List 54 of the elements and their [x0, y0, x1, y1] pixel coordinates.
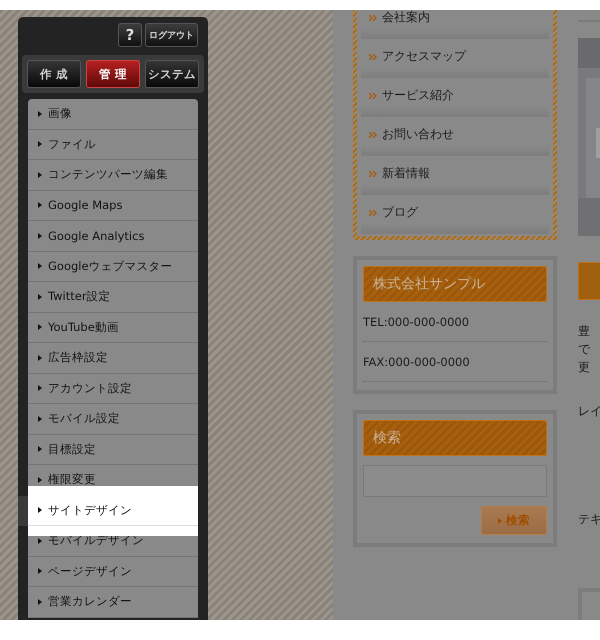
triangle-icon [38, 507, 42, 514]
menu-item[interactable]: Google Maps [28, 190, 198, 221]
triangle-icon [38, 294, 42, 300]
tab[interactable]: 作 成 [27, 60, 81, 88]
menu-item[interactable]: 広告枠設定 [28, 343, 198, 374]
triangle-icon [38, 385, 42, 392]
triangle-icon [38, 110, 42, 117]
body-text: 豊 [578, 323, 591, 340]
triangle-icon [38, 324, 42, 330]
triangle-icon [38, 172, 42, 178]
menu-item[interactable]: ページデザイン [28, 556, 198, 587]
triangle-icon [38, 141, 42, 148]
triangle-icon [38, 538, 42, 544]
menu-item[interactable]: アカウント設定 [28, 374, 198, 404]
logout-button[interactable]: ログアウト [145, 23, 198, 47]
menu-item[interactable]: Google Analytics [28, 221, 198, 252]
double-chevron-icon [369, 210, 377, 216]
contact-text: FAX:000-000-0000 [363, 342, 547, 382]
body-text: 更 [578, 359, 591, 376]
tab[interactable]: 管 理 [86, 60, 140, 88]
menu-item[interactable]: コンテンツパーツ編集 [28, 160, 198, 190]
body-text: テキ [578, 511, 600, 528]
triangle-icon [38, 232, 42, 239]
menu-item[interactable]: モバイル設定 [28, 404, 198, 434]
body-text: で [578, 341, 592, 358]
nav-link[interactable]: 会社案内 [361, 10, 549, 41]
menu-item[interactable]: 目標設定 [28, 434, 198, 465]
heading-button[interactable] [578, 262, 600, 300]
triangle-icon [38, 354, 42, 361]
section-heading: 検索 [363, 420, 547, 456]
body-text: レイ [578, 403, 600, 420]
triangle-icon [38, 263, 42, 270]
menu-item[interactable]: 画像 [28, 99, 198, 130]
menu-item[interactable]: 営業カレンダー [28, 587, 198, 618]
triangle-icon [38, 598, 42, 605]
double-chevron-icon [369, 132, 377, 138]
menu-item[interactable]: YouTube動画 [28, 312, 198, 343]
triangle-icon [38, 568, 42, 574]
section-heading: 株式会社サンプル [363, 266, 547, 302]
double-chevron-icon [369, 54, 377, 60]
double-chevron-icon [369, 92, 377, 98]
menu-item[interactable]: Twitter設定 [28, 282, 198, 312]
help-button[interactable]: ? [118, 23, 142, 47]
triangle-icon [38, 446, 42, 452]
triangle-icon [38, 202, 42, 208]
double-chevron-icon [369, 170, 377, 176]
menu-item[interactable]: ファイル [28, 130, 198, 160]
menu-item[interactable]: Googleウェブマスター [28, 252, 198, 282]
triangle-icon [38, 476, 42, 483]
triangle-icon [498, 518, 502, 524]
double-chevron-icon [369, 14, 377, 20]
contact-text: TEL:000-000-0000 [363, 302, 547, 342]
triangle-icon [38, 416, 42, 422]
tab[interactable]: システム [145, 60, 199, 88]
